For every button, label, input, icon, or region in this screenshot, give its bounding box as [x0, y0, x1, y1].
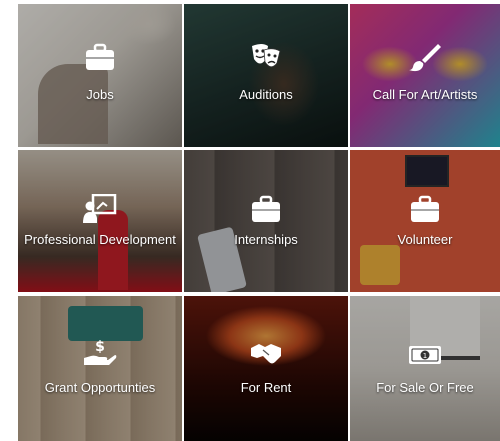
- category-grid: Jobs Auditions Call For Art/Artists Prof…: [0, 0, 500, 441]
- tile-label: Call For Art/Artists: [372, 87, 478, 102]
- tile-label: Internships: [234, 232, 298, 247]
- paint-brush-icon: [409, 44, 441, 72]
- money-bill-icon: 1: [409, 346, 441, 364]
- tile-auditions[interactable]: Auditions: [184, 4, 348, 147]
- tile-jobs[interactable]: Jobs: [18, 4, 182, 147]
- tile-professional-development[interactable]: Professional Development: [18, 150, 182, 292]
- tile-internships[interactable]: Internships: [184, 150, 348, 292]
- tile-label: Grant Opportunties: [44, 380, 156, 395]
- theater-masks-icon: [252, 44, 281, 68]
- tile-label: Professional Development: [24, 232, 176, 247]
- briefcase-icon: [411, 195, 439, 222]
- presentation-board-icon: [83, 194, 117, 223]
- handshake-icon: [251, 344, 281, 364]
- tile-volunteer[interactable]: Volunteer: [350, 150, 500, 292]
- tile-label: For Sale Or Free: [376, 380, 474, 395]
- tile-for-rent[interactable]: For Rent: [184, 296, 348, 441]
- svg-text:$: $: [95, 339, 105, 355]
- tile-label: Volunteer: [397, 232, 453, 247]
- tile-label: For Rent: [240, 380, 292, 395]
- tile-for-sale-or-free[interactable]: 1 For Sale Or Free: [350, 296, 500, 441]
- tile-call-for-art[interactable]: Call For Art/Artists: [350, 4, 500, 147]
- hand-holding-dollar-icon: $: [84, 339, 117, 365]
- tile-label: Jobs: [86, 87, 114, 102]
- tile-label: Auditions: [239, 87, 293, 102]
- tile-grant-opportunities[interactable]: $ Grant Opportunties: [18, 296, 182, 441]
- briefcase-icon: [86, 43, 114, 70]
- briefcase-icon: [252, 195, 280, 222]
- svg-text:1: 1: [423, 352, 427, 360]
